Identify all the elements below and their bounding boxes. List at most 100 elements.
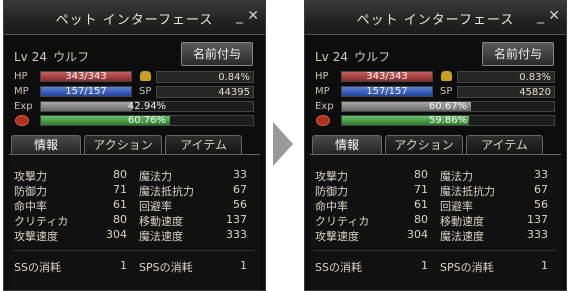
divider bbox=[314, 250, 556, 251]
tab-info[interactable]: 情報 bbox=[11, 135, 81, 154]
exp-label: Exp bbox=[315, 101, 334, 112]
mp-text: 157/157 bbox=[65, 86, 107, 97]
sp-label: SP bbox=[440, 86, 453, 97]
hp-label: HP bbox=[14, 71, 28, 82]
gold-value: 0.84% bbox=[156, 71, 254, 83]
patk-value: 80 bbox=[414, 168, 428, 181]
patk-label: 攻撃力 bbox=[315, 170, 348, 183]
patk-label: 攻撃力 bbox=[14, 170, 47, 183]
name-pet-button[interactable]: 名前付与 bbox=[482, 42, 554, 66]
sps-value: 1 bbox=[240, 259, 247, 272]
pet-window-after: ペット インターフェース _ ✕ Lv 24 ウルフ 名前付与 HP 343/343… bbox=[304, 0, 567, 291]
tab-item[interactable]: アイテム bbox=[165, 135, 242, 154]
satiety-text: 59.86% bbox=[428, 115, 468, 126]
tab-action[interactable]: アクション bbox=[84, 135, 162, 154]
name-pet-button[interactable]: 名前付与 bbox=[181, 42, 253, 66]
accuracy-label: 命中率 bbox=[315, 200, 348, 213]
hp-text: 343/343 bbox=[366, 71, 408, 82]
sps-label: SPSの消耗 bbox=[139, 261, 193, 274]
accuracy-value: 61 bbox=[113, 198, 127, 211]
tab-info[interactable]: 情報 bbox=[312, 135, 382, 154]
atk-speed-value: 304 bbox=[407, 228, 428, 241]
mdef-value: 67 bbox=[233, 183, 247, 196]
matk-value: 33 bbox=[233, 168, 247, 181]
evasion-value: 56 bbox=[233, 198, 247, 211]
sps-label: SPSの消耗 bbox=[440, 261, 494, 274]
cast-speed-value: 333 bbox=[226, 228, 247, 241]
minimize-icon[interactable]: _ bbox=[537, 8, 544, 24]
mdef-label: 魔法抵抗力 bbox=[440, 185, 495, 198]
mp-bar: 157/157 bbox=[341, 86, 433, 97]
cast-speed-label: 魔法速度 bbox=[440, 230, 484, 243]
level-row: Lv 24 ウルフ bbox=[315, 48, 390, 65]
arrow-right-icon bbox=[273, 122, 293, 166]
matk-label: 魔法力 bbox=[139, 170, 172, 183]
mp-label: MP bbox=[315, 86, 330, 97]
move-speed-value: 137 bbox=[527, 213, 548, 226]
ss-label: SSの消耗 bbox=[14, 261, 61, 274]
ss-value: 1 bbox=[421, 259, 428, 272]
divider bbox=[13, 250, 255, 251]
hp-text: 343/343 bbox=[65, 71, 107, 82]
minimize-icon[interactable]: _ bbox=[236, 8, 243, 24]
move-speed-value: 137 bbox=[226, 213, 247, 226]
exp-bar: 42.94% bbox=[40, 101, 254, 112]
level-value: 24 bbox=[31, 50, 48, 64]
meat-icon bbox=[15, 115, 29, 126]
level-label: Lv bbox=[315, 50, 329, 64]
pet-name: ウルフ bbox=[354, 50, 391, 64]
level-label: Lv bbox=[14, 50, 28, 64]
sp-value: 44395 bbox=[156, 86, 254, 98]
pdef-value: 71 bbox=[113, 183, 127, 196]
tab-action[interactable]: アクション bbox=[385, 135, 463, 154]
exp-text: 42.94% bbox=[127, 101, 167, 112]
hp-bar: 343/343 bbox=[341, 71, 433, 82]
pet-name: ウルフ bbox=[53, 50, 90, 64]
satiety-text: 60.76% bbox=[127, 115, 167, 126]
gold-pouch-icon bbox=[140, 71, 151, 81]
ss-value: 1 bbox=[120, 259, 127, 272]
evasion-label: 回避率 bbox=[440, 200, 473, 213]
sps-value: 1 bbox=[541, 259, 548, 272]
cast-speed-label: 魔法速度 bbox=[139, 230, 183, 243]
window-title: ペット インターフェース bbox=[55, 13, 214, 28]
window-title: ペット インターフェース bbox=[356, 13, 515, 28]
close-icon[interactable]: ✕ bbox=[247, 8, 259, 24]
matk-label: 魔法力 bbox=[440, 170, 473, 183]
accuracy-label: 命中率 bbox=[14, 200, 47, 213]
tab-item[interactable]: アイテム bbox=[466, 135, 543, 154]
critical-label: クリティカ bbox=[14, 215, 69, 228]
satiety-bar: 59.86% bbox=[341, 115, 555, 126]
level-value: 24 bbox=[332, 50, 349, 64]
cast-speed-value: 333 bbox=[527, 228, 548, 241]
evasion-label: 回避率 bbox=[139, 200, 172, 213]
stats-panel: 攻撃力 80 防御力 71 命中率 61 クリティカ 80 攻撃速度 304 魔… bbox=[310, 154, 561, 290]
gold-pouch-icon bbox=[441, 71, 452, 81]
close-icon[interactable]: ✕ bbox=[548, 8, 560, 24]
title-bar[interactable]: ペット インターフェース _ ✕ bbox=[4, 1, 265, 35]
sp-value: 45820 bbox=[457, 86, 555, 98]
gold-value: 0.83% bbox=[457, 71, 555, 83]
pdef-label: 防御力 bbox=[315, 185, 348, 198]
title-bar[interactable]: ペット インターフェース _ ✕ bbox=[305, 1, 566, 35]
mp-label: MP bbox=[14, 86, 29, 97]
move-speed-label: 移動速度 bbox=[440, 215, 484, 228]
mp-bar: 157/157 bbox=[40, 86, 132, 97]
critical-value: 80 bbox=[414, 213, 428, 226]
mdef-value: 67 bbox=[534, 183, 548, 196]
ss-label: SSの消耗 bbox=[315, 261, 362, 274]
pdef-value: 71 bbox=[414, 183, 428, 196]
hp-bar: 343/343 bbox=[40, 71, 132, 82]
mp-text: 157/157 bbox=[366, 86, 408, 97]
accuracy-value: 61 bbox=[414, 198, 428, 211]
meat-icon bbox=[316, 115, 330, 126]
patk-value: 80 bbox=[113, 168, 127, 181]
level-row: Lv 24 ウルフ bbox=[14, 48, 89, 65]
exp-label: Exp bbox=[14, 101, 33, 112]
critical-value: 80 bbox=[113, 213, 127, 226]
stats-panel: 攻撃力 80 防御力 71 命中率 61 クリティカ 80 攻撃速度 304 魔… bbox=[9, 154, 260, 290]
pet-window-before: ペット インターフェース _ ✕ Lv 24 ウルフ 名前付与 HP 343/343… bbox=[3, 0, 266, 291]
evasion-value: 56 bbox=[534, 198, 548, 211]
exp-bar: 60.67% bbox=[341, 101, 555, 112]
atk-speed-label: 攻撃速度 bbox=[315, 230, 359, 243]
